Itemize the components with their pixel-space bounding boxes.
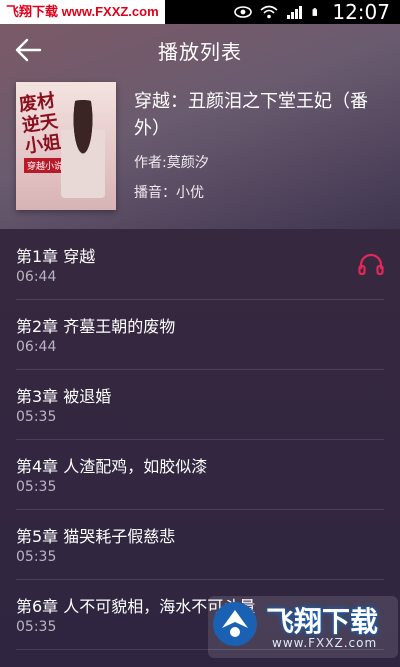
clock: 12:07 bbox=[332, 0, 390, 24]
chapter-duration: 05:35 bbox=[16, 479, 57, 495]
chapter-title: 第5章 猫哭耗子假慈悲 bbox=[16, 527, 176, 546]
watermark-brand: 飞翔下载 bbox=[266, 605, 379, 638]
watermark-url: www.FXXZ.com bbox=[272, 636, 378, 650]
chapter-duration: 06:44 bbox=[16, 269, 57, 285]
site-watermark: 飞翔下载 www.FXXZ.com bbox=[0, 0, 165, 24]
page-title: 播放列表 bbox=[158, 39, 242, 64]
chapter-row[interactable]: 第1章 穿越 06:44 bbox=[16, 229, 384, 300]
chapter-title: 第4章 人渣配鸡，如胶似漆 bbox=[16, 457, 208, 476]
headphones-icon bbox=[358, 253, 384, 275]
corner-watermark: 飞翔下载 www.FXXZ.com bbox=[208, 596, 398, 658]
top-bar: 播放列表 bbox=[0, 24, 400, 76]
book-info: 穿越：丑颜泪之下堂王妃（番外） 作者:莫颜汐 播音：小优 bbox=[134, 88, 388, 202]
book-title: 穿越：丑颜泪之下堂王妃（番外） bbox=[134, 91, 368, 139]
chapter-row[interactable]: 第4章 人渣配鸡，如胶似漆 05:35 bbox=[16, 439, 384, 510]
chapter-duration: 05:35 bbox=[16, 619, 57, 635]
cover-tag: 穿越小说 bbox=[24, 158, 67, 173]
chapter-row[interactable]: 第2章 齐墓王朝的废物 06:44 bbox=[16, 299, 384, 370]
signal-icon bbox=[287, 6, 303, 19]
chapter-title: 第2章 齐墓王朝的废物 bbox=[16, 317, 176, 336]
book-cover: 废材逆天小姐 穿越小说 bbox=[16, 82, 116, 210]
chapter-title: 第1章 穿越 bbox=[16, 247, 96, 266]
book-author: 作者:莫颜汐 bbox=[134, 155, 209, 171]
back-arrow-icon[interactable] bbox=[14, 38, 42, 62]
chapter-title: 第3章 被退婚 bbox=[16, 387, 112, 406]
watermark-logo-icon bbox=[213, 602, 257, 646]
book-narrator: 播音：小优 bbox=[134, 185, 204, 201]
status-icons bbox=[234, 5, 322, 19]
wifi-icon bbox=[260, 5, 278, 19]
chapter-duration: 05:35 bbox=[16, 409, 57, 425]
chapter-row[interactable]: 第5章 猫哭耗子假慈悲 05:35 bbox=[16, 509, 384, 580]
eye-icon bbox=[234, 6, 253, 18]
chapter-duration: 06:44 bbox=[16, 339, 57, 355]
battery-icon bbox=[312, 8, 318, 16]
chapter-row[interactable]: 第3章 被退婚 05:35 bbox=[16, 369, 384, 440]
chapter-duration: 05:35 bbox=[16, 549, 57, 565]
cover-title-art: 废材逆天小姐 bbox=[17, 90, 63, 158]
cover-illustration bbox=[61, 100, 105, 198]
